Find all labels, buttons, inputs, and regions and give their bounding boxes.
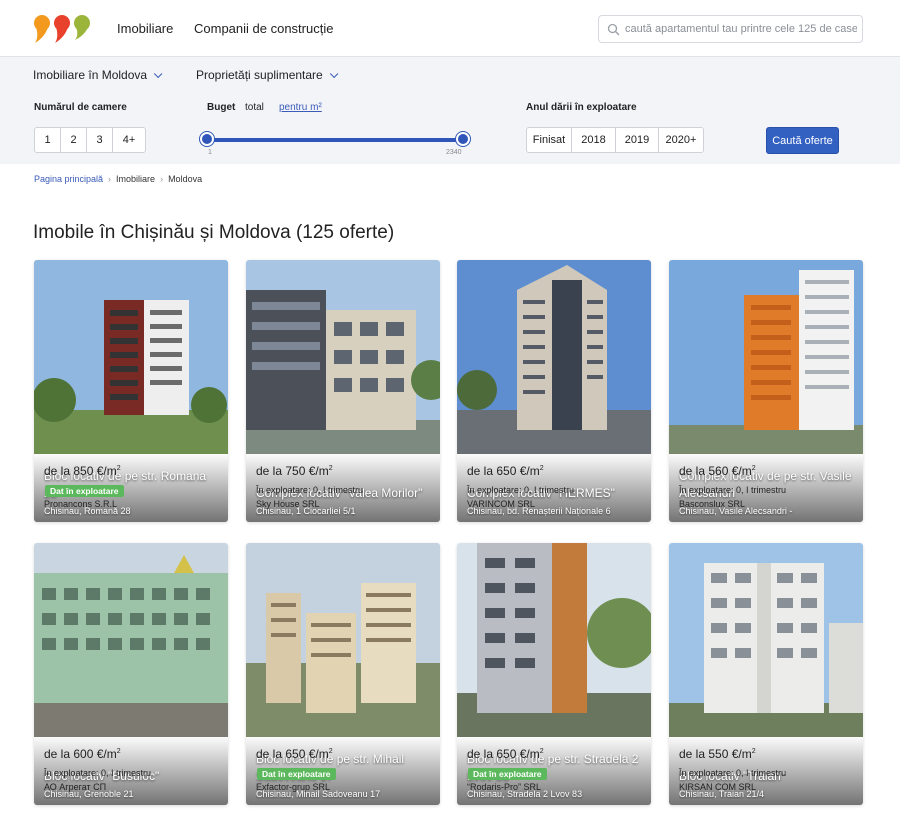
listing-card[interactable]: Bloc locativ de pe str. Mihail Sadoveanu… — [246, 543, 440, 805]
rooms-option-4plus[interactable]: 4+ — [113, 128, 145, 152]
filter-panel: Imobiliare în Moldova Proprietăți suplim… — [0, 57, 900, 164]
listing-photo — [457, 543, 651, 737]
breadcrumb-current: Moldova — [168, 174, 203, 184]
listing-developer: “Rodaris-Pro” SRL — [467, 782, 542, 792]
rooms-label: Numărul de camere — [34, 102, 127, 113]
breadcrumb: Pagina principală › Imobiliare › Moldova — [34, 174, 202, 184]
chevron-right-icon: › — [108, 174, 112, 184]
year-selector: Finisat 2018 2019 2020+ — [526, 127, 704, 153]
listing-photo — [669, 543, 863, 737]
year-option-2020plus[interactable]: 2020+ — [659, 128, 703, 152]
listing-photo — [246, 260, 440, 454]
search-box — [598, 15, 863, 43]
chevron-down-icon — [329, 69, 339, 79]
listing-developer: Basconslux SRL — [679, 499, 746, 509]
listing-price: de la 560 €/m2 — [679, 464, 756, 478]
listing-price: de la 750 €/m2 — [256, 464, 333, 478]
listing-card[interactable]: Bloc locativ "Busuioc" Chisinau, Grenobl… — [34, 543, 228, 805]
listing-price: de la 650 €/m2 — [467, 464, 544, 478]
page-title: Imobile în Chișinău și Moldova (125 ofer… — [33, 222, 395, 243]
listing-status: În exploatare: 0, I trimestru — [679, 485, 787, 495]
budget-max-value: 2340 — [446, 149, 462, 156]
listing-photo — [457, 260, 651, 454]
site-header: Imobiliare Companii de construcție — [0, 0, 900, 57]
search-offers-button[interactable]: Caută oferte — [766, 127, 839, 154]
chevron-down-icon — [153, 69, 163, 79]
search-input[interactable] — [625, 19, 857, 39]
status-badge: Dat în exploatare — [257, 768, 336, 780]
listing-card[interactable]: Bloc locativ de pe str. Stradela 2 Lvov … — [457, 543, 651, 805]
listing-price: de la 650 €/m2 — [467, 747, 544, 761]
rooms-selector: 1 2 3 4+ — [34, 127, 146, 153]
rooms-option-2[interactable]: 2 — [61, 128, 87, 152]
listing-card[interactable]: Bloc locativ "Traian" Chisinau, Traian 2… — [669, 543, 863, 805]
listing-developer: Pronancons S.R.L — [44, 499, 118, 509]
listing-developer: KIRSAN COM SRL — [679, 782, 757, 792]
listing-status: În exploatare: 0, I trimestru — [679, 768, 787, 778]
status-badge: Dat în exploatare — [468, 768, 547, 780]
listing-status: În exploatare: 0, I trimestru — [44, 768, 152, 778]
listing-photo — [34, 260, 228, 454]
page: Imobiliare Companii de construcție Imobi… — [0, 0, 900, 839]
extra-properties-dropdown[interactable]: Proprietăți suplimentare — [196, 68, 339, 82]
budget-label: Buget — [207, 102, 236, 113]
listing-status: În exploatare: 0, I trimestru — [467, 485, 575, 495]
listing-developer: Exfactor-grup SRL — [256, 782, 331, 792]
listing-price: de la 650 €/m2 — [256, 747, 333, 761]
listing-price: de la 850 €/m2 — [44, 464, 121, 478]
logo-icon[interactable] — [33, 13, 93, 47]
year-option-finisat[interactable]: Finisat — [527, 128, 572, 152]
listing-card[interactable]: Complex locativ "Valea Morilor" Chisinau… — [246, 260, 440, 522]
rooms-option-1[interactable]: 1 — [35, 128, 61, 152]
listing-card[interactable]: Bloc locativ de pe str. Romana 28 Chisin… — [34, 260, 228, 522]
breadcrumb-home[interactable]: Pagina principală — [34, 174, 103, 184]
search-icon — [607, 23, 620, 36]
listing-price: de la 600 €/m2 — [44, 747, 121, 761]
nav-imobiliare[interactable]: Imobiliare — [117, 21, 173, 36]
extra-properties-label: Proprietăți suplimentare — [196, 68, 323, 82]
listing-developer: VARINCOM SRL — [467, 499, 535, 509]
listing-status: În exploatare: 0, I trimestru — [256, 485, 364, 495]
year-label: Anul dării în exploatare — [526, 102, 637, 113]
chevron-right-icon: › — [160, 174, 164, 184]
listing-developer: АО Агрегат СП — [44, 782, 107, 792]
budget-slider-track[interactable] — [207, 138, 464, 142]
listing-developer: Sky House SRL — [256, 499, 320, 509]
status-badge: Dat în exploatare — [45, 485, 124, 497]
budget-slider-max-handle[interactable] — [456, 132, 470, 146]
budget-total-toggle[interactable]: total — [245, 102, 264, 113]
breadcrumb-imobiliare[interactable]: Imobiliare — [116, 174, 155, 184]
nav-construction-companies[interactable]: Companii de construcție — [194, 21, 333, 36]
budget-per-m2-toggle[interactable]: pentru m² — [279, 102, 322, 113]
budget-slider-min-handle[interactable] — [200, 132, 214, 146]
listing-card[interactable]: Complex locativ de pe str. Vasile Alecsa… — [669, 260, 863, 522]
rooms-option-3[interactable]: 3 — [87, 128, 113, 152]
listing-card[interactable]: Complex locativ "HERMES" Chisinau, bd. R… — [457, 260, 651, 522]
year-option-2019[interactable]: 2019 — [616, 128, 659, 152]
listing-photo — [34, 543, 228, 737]
year-option-2018[interactable]: 2018 — [572, 128, 616, 152]
location-dropdown[interactable]: Imobiliare în Moldova — [33, 68, 163, 82]
listing-photo — [246, 543, 440, 737]
listing-price: de la 550 €/m2 — [679, 747, 756, 761]
location-dropdown-label: Imobiliare în Moldova — [33, 68, 148, 82]
budget-min-value: 1 — [208, 149, 212, 156]
listing-photo — [669, 260, 863, 454]
